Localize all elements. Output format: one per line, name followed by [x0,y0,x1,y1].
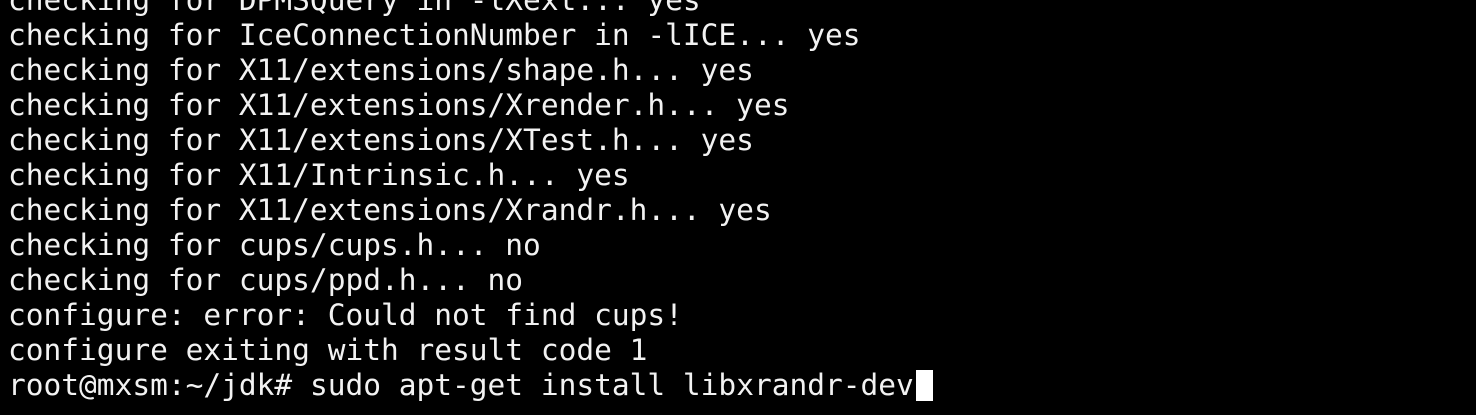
text-cursor [915,370,933,401]
terminal-window[interactable]: checking for DPMSQuery in -lXext... yes … [0,0,1476,415]
output-line: checking for cups/ppd.h... no [8,263,524,297]
command-input[interactable]: sudo apt-get install libxrandr-dev [310,368,914,402]
output-line: checking for X11/Intrinsic.h... yes [8,158,630,192]
exit-line: configure exiting with result code 1 [8,333,648,367]
output-line: checking for X11/extensions/Xrender.h...… [8,88,790,122]
output-line: checking for IceConnectionNumber in -lIC… [8,18,861,52]
output-line: checking for X11/extensions/shape.h... y… [8,53,754,87]
error-line: configure: error: Could not find cups! [8,298,683,332]
output-line: checking for cups/cups.h... no [8,228,541,262]
output-line: checking for DPMSQuery in -lXext... yes [8,0,701,17]
shell-prompt: root@mxsm:~/jdk# [8,368,310,402]
output-line: checking for X11/extensions/Xrandr.h... … [8,193,772,227]
command-line[interactable]: root@mxsm:~/jdk# sudo apt-get install li… [8,368,933,403]
output-line: checking for X11/extensions/XTest.h... y… [8,123,754,157]
terminal-output: checking for DPMSQuery in -lXext... yes … [8,0,933,403]
